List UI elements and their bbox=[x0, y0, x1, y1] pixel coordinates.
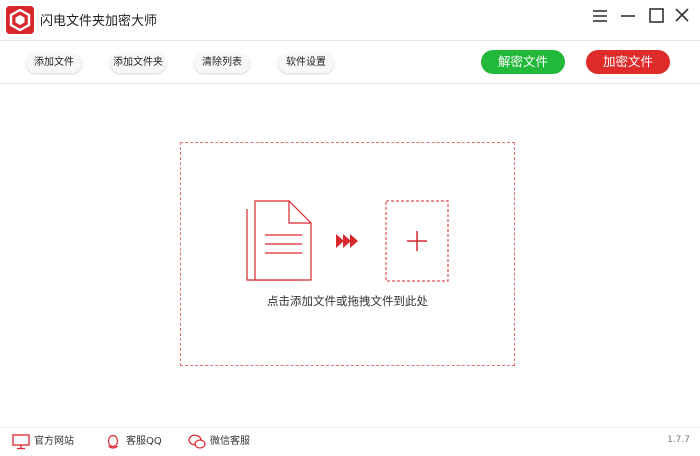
plus-icon bbox=[385, 200, 449, 282]
add-file-button[interactable]: 添加文件 bbox=[26, 53, 82, 73]
monitor-icon bbox=[12, 434, 30, 450]
minimize-icon[interactable] bbox=[614, 4, 642, 28]
encrypt-file-button[interactable]: 加密文件 bbox=[586, 50, 670, 74]
wechat-support-link[interactable]: 微信客服 bbox=[188, 433, 258, 451]
drop-zone[interactable]: 点击添加文件或拖拽文件到此处 bbox=[180, 142, 515, 366]
qq-penguin-icon bbox=[107, 434, 119, 449]
app-logo-icon bbox=[6, 6, 34, 34]
support-qq-link[interactable]: 客服QQ bbox=[104, 433, 164, 451]
wechat-icon bbox=[188, 434, 206, 449]
main-area: 点击添加文件或拖拽文件到此处 bbox=[0, 84, 700, 427]
title-bar: 闪电文件夹加密大师 bbox=[0, 0, 700, 41]
decrypt-file-button[interactable]: 解密文件 bbox=[481, 50, 565, 74]
support-qq-label: 客服QQ bbox=[126, 436, 162, 447]
maximize-icon[interactable] bbox=[642, 4, 670, 28]
official-website-link[interactable]: 官方网站 bbox=[12, 433, 82, 451]
document-icon bbox=[246, 200, 312, 281]
wechat-support-label: 微信客服 bbox=[210, 436, 250, 447]
toolbar: 添加文件 添加文件夹 清除列表 软件设置 解密文件 加密文件 bbox=[0, 41, 700, 84]
close-icon[interactable] bbox=[668, 4, 696, 28]
version-label: 1.7.7 bbox=[667, 435, 690, 445]
drop-illustration bbox=[246, 200, 449, 282]
drop-hint-text: 点击添加文件或拖拽文件到此处 bbox=[267, 294, 428, 308]
status-bar: 官方网站 客服QQ 微信客服 1.7.7 bbox=[0, 427, 700, 456]
app-title: 闪电文件夹加密大师 bbox=[40, 14, 158, 29]
triple-arrow-icon bbox=[336, 234, 358, 248]
add-folder-button[interactable]: 添加文件夹 bbox=[110, 53, 166, 73]
settings-button[interactable]: 软件设置 bbox=[278, 53, 334, 73]
clear-list-button[interactable]: 清除列表 bbox=[194, 53, 250, 73]
official-website-label: 官方网站 bbox=[34, 436, 74, 447]
menu-icon[interactable] bbox=[586, 4, 614, 28]
